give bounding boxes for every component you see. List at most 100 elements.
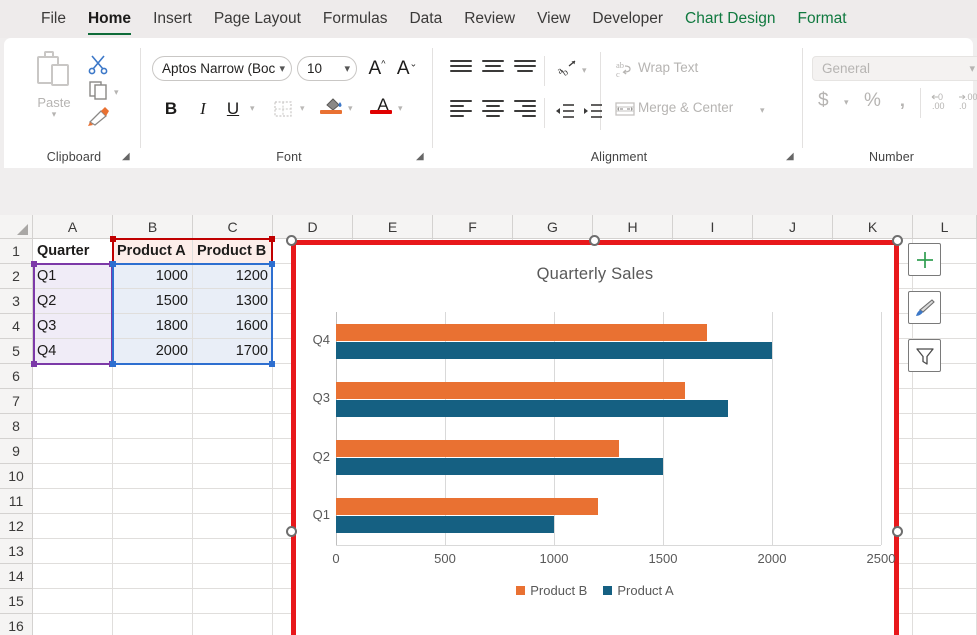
tab-review[interactable]: Review bbox=[453, 6, 526, 32]
align-top-button[interactable] bbox=[450, 60, 472, 78]
cell-C15[interactable] bbox=[193, 589, 273, 614]
col-header-I[interactable]: I bbox=[673, 215, 753, 239]
shrink-font-button[interactable]: A⌄ bbox=[394, 56, 420, 82]
bar-product-b-Q2[interactable] bbox=[336, 440, 619, 457]
italic-button[interactable]: I bbox=[190, 96, 216, 122]
bar-product-a-Q3[interactable] bbox=[336, 400, 728, 417]
cell-B9[interactable] bbox=[113, 439, 193, 464]
bar-product-b-Q1[interactable] bbox=[336, 498, 598, 515]
chart-handle-middle-left[interactable] bbox=[286, 526, 297, 537]
tab-home[interactable]: Home bbox=[77, 6, 142, 32]
cell-B13[interactable] bbox=[113, 539, 193, 564]
currency-chevron-down-icon[interactable]: ▾ bbox=[844, 98, 849, 107]
row-header-2[interactable]: 2 bbox=[0, 264, 33, 289]
chart-object[interactable]: Quarterly Sales Q4Q3Q2Q1 050010001500200… bbox=[291, 240, 899, 635]
row-header-13[interactable]: 13 bbox=[0, 539, 33, 564]
format-painter-button[interactable] bbox=[86, 104, 112, 130]
cell-B6[interactable] bbox=[113, 364, 193, 389]
cell-B15[interactable] bbox=[113, 589, 193, 614]
increase-indent-button[interactable] bbox=[580, 98, 606, 124]
tab-format[interactable]: Format bbox=[787, 6, 858, 32]
chart-title[interactable]: Quarterly Sales bbox=[296, 265, 894, 284]
align-right-button[interactable] bbox=[514, 100, 536, 118]
bar-product-a-Q1[interactable] bbox=[336, 516, 554, 533]
font-size-combo[interactable]: 10 ▾ bbox=[297, 56, 357, 81]
row-header-15[interactable]: 15 bbox=[0, 589, 33, 614]
chart-handle-top-right[interactable] bbox=[892, 235, 903, 246]
col-header-E[interactable]: E bbox=[353, 215, 433, 239]
underline-chevron-down-icon[interactable]: ▾ bbox=[250, 104, 255, 113]
chart-handle-top-center[interactable] bbox=[589, 235, 600, 246]
col-header-G[interactable]: G bbox=[513, 215, 593, 239]
font-color-chevron-down-icon[interactable]: ▾ bbox=[398, 104, 403, 113]
cell-L13[interactable] bbox=[913, 539, 977, 564]
cell-L10[interactable] bbox=[913, 464, 977, 489]
merge-chevron-down-icon[interactable]: ▾ bbox=[760, 106, 765, 115]
cell-A5[interactable]: Q4 bbox=[33, 339, 113, 364]
row-header-6[interactable]: 6 bbox=[0, 364, 33, 389]
orientation-chevron-down-icon[interactable]: ▾ bbox=[582, 66, 587, 75]
cell-C2[interactable]: 1200 bbox=[193, 264, 273, 289]
col-header-D[interactable]: D bbox=[273, 215, 353, 239]
tab-data[interactable]: Data bbox=[398, 6, 453, 32]
row-header-5[interactable]: 5 bbox=[0, 339, 33, 364]
tab-chart-design[interactable]: Chart Design bbox=[674, 6, 786, 32]
row-header-11[interactable]: 11 bbox=[0, 489, 33, 514]
row-header-3[interactable]: 3 bbox=[0, 289, 33, 314]
fill-color-button[interactable] bbox=[320, 92, 346, 118]
col-header-A[interactable]: A bbox=[33, 215, 113, 239]
cell-A16[interactable] bbox=[33, 614, 113, 635]
cell-L7[interactable] bbox=[913, 389, 977, 414]
legend-item-product-a[interactable]: Product A bbox=[603, 583, 673, 598]
chart-handle-top-left[interactable] bbox=[286, 235, 297, 246]
cell-C13[interactable] bbox=[193, 539, 273, 564]
merge-center-button[interactable] bbox=[612, 96, 638, 122]
cell-A11[interactable] bbox=[33, 489, 113, 514]
chart-styles-button[interactable] bbox=[908, 291, 941, 324]
row-header-12[interactable]: 12 bbox=[0, 514, 33, 539]
orientation-button[interactable]: a b bbox=[554, 56, 580, 82]
decrease-decimal-button[interactable]: .00 .0 bbox=[958, 90, 977, 117]
cell-L15[interactable] bbox=[913, 589, 977, 614]
cell-B5[interactable]: 2000 bbox=[113, 339, 193, 364]
row-header-8[interactable]: 8 bbox=[0, 414, 33, 439]
cell-A6[interactable] bbox=[33, 364, 113, 389]
decrease-indent-button[interactable] bbox=[552, 98, 578, 124]
cell-B14[interactable] bbox=[113, 564, 193, 589]
cell-A8[interactable] bbox=[33, 414, 113, 439]
row-header-14[interactable]: 14 bbox=[0, 564, 33, 589]
cell-C9[interactable] bbox=[193, 439, 273, 464]
chart-plot-area[interactable] bbox=[336, 312, 881, 545]
cell-L16[interactable] bbox=[913, 614, 977, 635]
font-name-combo[interactable]: Aptos Narrow (Boc ▾ bbox=[152, 56, 292, 81]
cell-C6[interactable] bbox=[193, 364, 273, 389]
cell-A10[interactable] bbox=[33, 464, 113, 489]
align-left-button[interactable] bbox=[450, 100, 472, 118]
copy-chevron-down-icon[interactable]: ▾ bbox=[114, 88, 119, 97]
cell-L9[interactable] bbox=[913, 439, 977, 464]
cell-C3[interactable]: 1300 bbox=[193, 289, 273, 314]
bar-product-a-Q4[interactable] bbox=[336, 342, 772, 359]
chart-legend[interactable]: Product B Product A bbox=[296, 583, 894, 598]
bold-button[interactable]: B bbox=[158, 96, 184, 122]
col-header-J[interactable]: J bbox=[753, 215, 833, 239]
col-header-L[interactable]: L bbox=[913, 215, 977, 239]
bar-product-b-Q4[interactable] bbox=[336, 324, 707, 341]
tab-view[interactable]: View bbox=[526, 6, 581, 32]
chart-handle-middle-right[interactable] bbox=[892, 526, 903, 537]
cell-B4[interactable]: 1800 bbox=[113, 314, 193, 339]
cell-C5[interactable]: 1700 bbox=[193, 339, 273, 364]
cell-A14[interactable] bbox=[33, 564, 113, 589]
tab-insert[interactable]: Insert bbox=[142, 6, 203, 32]
cell-B1[interactable]: Product A bbox=[113, 239, 193, 264]
col-header-F[interactable]: F bbox=[433, 215, 513, 239]
tab-developer[interactable]: Developer bbox=[581, 6, 674, 32]
fill-chevron-down-icon[interactable]: ▾ bbox=[348, 104, 353, 113]
increase-decimal-button[interactable]: 0 .00 bbox=[930, 90, 954, 117]
bar-product-b-Q3[interactable] bbox=[336, 382, 685, 399]
cell-L8[interactable] bbox=[913, 414, 977, 439]
clipboard-dialog-launcher[interactable]: ◢ bbox=[122, 151, 130, 162]
cut-button[interactable] bbox=[86, 52, 112, 78]
row-header-9[interactable]: 9 bbox=[0, 439, 33, 464]
paste-button[interactable]: Paste ▾ bbox=[26, 50, 82, 119]
